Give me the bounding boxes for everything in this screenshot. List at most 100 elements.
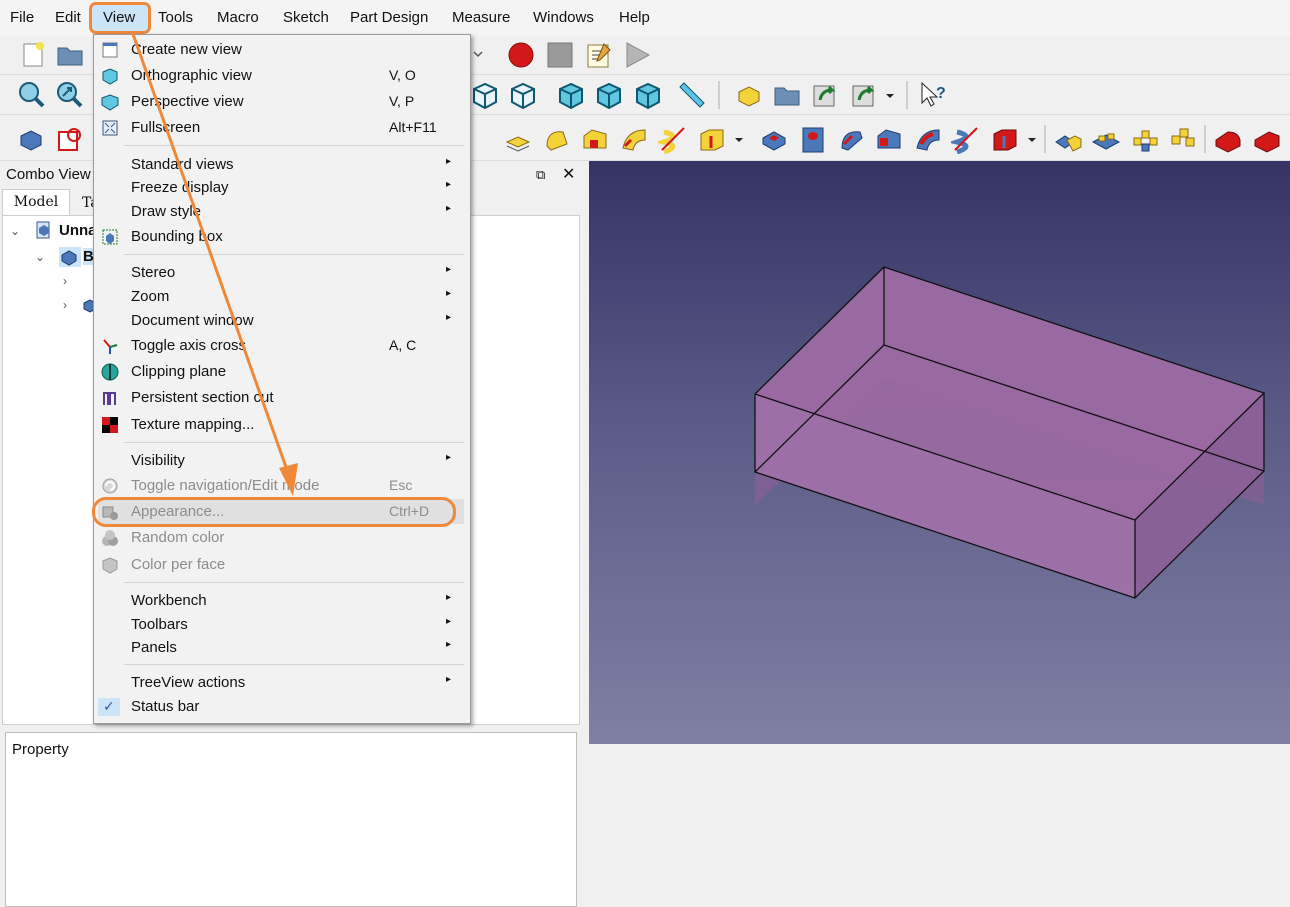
menu-item-persistent-section-cut[interactable]: Persistent section cut (94, 386, 470, 410)
menu-part-design[interactable]: Part Design (350, 9, 428, 26)
menu-item-color-per-face[interactable]: Color per face (94, 553, 470, 577)
menu-item-texture-mapping[interactable]: Texture mapping... (94, 413, 470, 437)
clipping-plane-icon (101, 363, 119, 381)
texture-icon (101, 416, 119, 434)
menu-item-document-window[interactable]: Document window ▸ (94, 309, 470, 333)
menu-item-panels[interactable]: Panels ▸ (94, 636, 470, 660)
box-model (754, 266, 1266, 599)
view-isometric-icon[interactable] (470, 80, 500, 110)
menu-item-visibility[interactable]: Visibility ▸ (94, 449, 470, 473)
subtractive-pipe-icon[interactable] (913, 124, 943, 154)
expand-arrow-icon[interactable]: ⌄ (35, 250, 45, 264)
new-sketch-icon[interactable] (55, 124, 85, 154)
document-icon (33, 220, 53, 240)
stop-macro-icon[interactable] (545, 40, 575, 70)
menu-tools[interactable]: Tools (158, 9, 193, 26)
groove-icon[interactable] (836, 124, 866, 154)
multi-transform-icon[interactable] (1168, 124, 1198, 154)
combo-view-title: Combo View (6, 166, 91, 183)
fit-selection-icon[interactable] (54, 80, 84, 110)
polar-pattern-icon[interactable] (1130, 124, 1160, 154)
workbench-dropdown-arrow-icon[interactable] (468, 40, 498, 70)
revolution-icon[interactable] (541, 124, 571, 154)
menu-item-create-new-view[interactable]: Create new view (94, 38, 470, 62)
menu-windows[interactable]: Windows (533, 9, 594, 26)
section-cut-icon (101, 389, 119, 407)
3d-viewport[interactable] (589, 161, 1290, 744)
subtractive-helix-icon[interactable] (947, 124, 981, 155)
submenu-arrow-icon: ▸ (446, 179, 452, 190)
menu-file[interactable]: File (10, 9, 34, 26)
record-macro-icon[interactable] (506, 40, 536, 70)
create-link-icon[interactable] (810, 80, 840, 110)
part-design-body-icon[interactable] (16, 124, 46, 154)
menu-item-standard-views[interactable]: Standard views ▸ (94, 153, 470, 177)
view-front-icon[interactable] (508, 80, 538, 110)
menu-item-stereo[interactable]: Stereo ▸ (94, 261, 470, 285)
menu-macro[interactable]: Macro (217, 9, 259, 26)
fillet-icon[interactable] (1213, 124, 1243, 154)
menu-item-bounding-box[interactable]: Bounding box (94, 225, 470, 249)
menu-item-orthographic-view[interactable]: Orthographic view V, O (94, 64, 470, 88)
additive-primitive-icon[interactable] (697, 124, 727, 154)
submenu-arrow-icon: ▸ (446, 452, 452, 463)
primitive-dropdown-arrow-icon[interactable] (732, 124, 762, 154)
macro-editor-icon[interactable] (584, 40, 614, 70)
menu-item-treeview-actions[interactable]: TreeView actions ▸ (94, 671, 470, 695)
create-part-icon[interactable] (734, 80, 764, 110)
execute-macro-icon[interactable] (622, 40, 652, 70)
menu-item-toolbars[interactable]: Toolbars ▸ (94, 613, 470, 637)
link-dropdown-arrow-icon[interactable] (883, 80, 913, 110)
create-group-icon[interactable] (772, 80, 802, 110)
checkmark-icon: ✓ (98, 698, 120, 716)
menu-item-perspective-view[interactable]: Perspective view V, P (94, 90, 470, 114)
expand-arrow-icon[interactable]: ⌄ (10, 224, 20, 238)
mirrored-icon[interactable] (1053, 124, 1083, 154)
menu-edit[interactable]: Edit (55, 9, 81, 26)
view-right-icon[interactable] (594, 80, 624, 110)
submenu-arrow-icon: ▸ (446, 264, 452, 275)
menu-measure[interactable]: Measure (452, 9, 510, 26)
svg-text:?: ? (936, 85, 946, 102)
menu-item-random-color[interactable]: Random color (94, 526, 470, 550)
menu-item-zoom[interactable]: Zoom ▸ (94, 285, 470, 309)
property-panel: Property (5, 732, 577, 907)
menu-item-fullscreen[interactable]: Fullscreen Alt+F11 (94, 116, 470, 140)
chamfer-icon[interactable] (1252, 124, 1282, 154)
subtractive-primitive-icon[interactable] (990, 124, 1020, 154)
hole-icon[interactable] (798, 124, 828, 154)
link-actions-icon[interactable] (849, 80, 879, 110)
open-folder-icon[interactable] (55, 40, 85, 70)
menu-item-freeze-display[interactable]: Freeze display ▸ (94, 176, 470, 200)
collapse-arrow-icon[interactable]: › (63, 298, 67, 312)
pad-icon[interactable] (503, 124, 533, 154)
additive-loft-icon[interactable] (580, 124, 610, 154)
tab-model[interactable]: Model (2, 189, 70, 216)
menu-item-clipping-plane[interactable]: Clipping plane (94, 360, 470, 384)
view-top-icon[interactable] (556, 80, 586, 110)
tree-item-document[interactable]: Unna (59, 222, 97, 239)
menu-item-toggle-axis-cross[interactable]: Toggle axis cross A, C (94, 334, 470, 358)
view-rear-icon[interactable] (633, 80, 663, 110)
menu-item-toggle-navigation-edit-mode[interactable]: Toggle navigation/Edit mode Esc (94, 474, 470, 498)
collapse-arrow-icon[interactable]: › (63, 274, 67, 288)
fit-all-icon[interactable] (16, 80, 46, 110)
menu-item-draw-style[interactable]: Draw style ▸ (94, 200, 470, 224)
menu-view[interactable]: View (103, 9, 135, 26)
subtractive-dropdown-arrow-icon[interactable] (1025, 124, 1055, 154)
additive-pipe-icon[interactable] (619, 124, 649, 154)
subtractive-loft-icon[interactable] (874, 124, 904, 154)
close-panel-icon[interactable]: ✕ (562, 164, 575, 184)
pocket-icon[interactable] (759, 124, 789, 154)
menu-item-status-bar[interactable]: ✓ Status bar (94, 695, 470, 719)
additive-helix-icon[interactable] (654, 124, 688, 155)
measure-distance-icon[interactable] (678, 80, 708, 110)
menu-separator (124, 582, 464, 583)
float-panel-icon[interactable]: ⧉ (536, 167, 545, 183)
new-document-icon[interactable] (18, 40, 48, 70)
whats-this-icon[interactable]: ? (917, 80, 947, 110)
menu-item-workbench[interactable]: Workbench ▸ (94, 589, 470, 613)
menu-help[interactable]: Help (619, 9, 650, 26)
linear-pattern-icon[interactable] (1091, 124, 1121, 154)
menu-sketch[interactable]: Sketch (283, 9, 329, 26)
